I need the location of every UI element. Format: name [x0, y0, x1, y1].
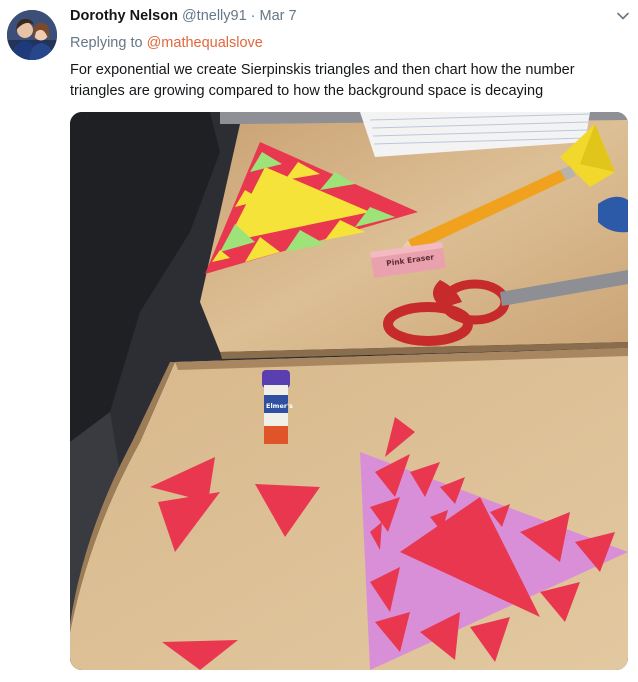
tweet-date[interactable]: Mar 7 — [260, 8, 297, 24]
replying-prefix: Replying to — [70, 35, 143, 51]
avatar[interactable] — [7, 10, 57, 60]
chevron-down-icon[interactable] — [616, 9, 630, 23]
display-name[interactable]: Dorothy Nelson — [70, 8, 178, 24]
tweet: Dorothy Nelson @tnelly91 · Mar 7 Replyin… — [0, 0, 638, 682]
tweet-photo[interactable]: Pink Eraser Elmer's — [70, 112, 628, 670]
separator-dot: · — [250, 8, 256, 24]
tweet-text: For exponential we create Sierpinskis tr… — [70, 62, 575, 99]
replying-to: Replying to @mathequalslove — [70, 35, 263, 51]
glue-label: Elmer's — [266, 402, 293, 410]
replying-to-link[interactable]: @mathequalslove — [147, 35, 263, 51]
user-handle[interactable]: @tnelly91 — [182, 8, 247, 24]
tweet-header: Dorothy Nelson @tnelly91 · Mar 7 — [70, 8, 297, 28]
